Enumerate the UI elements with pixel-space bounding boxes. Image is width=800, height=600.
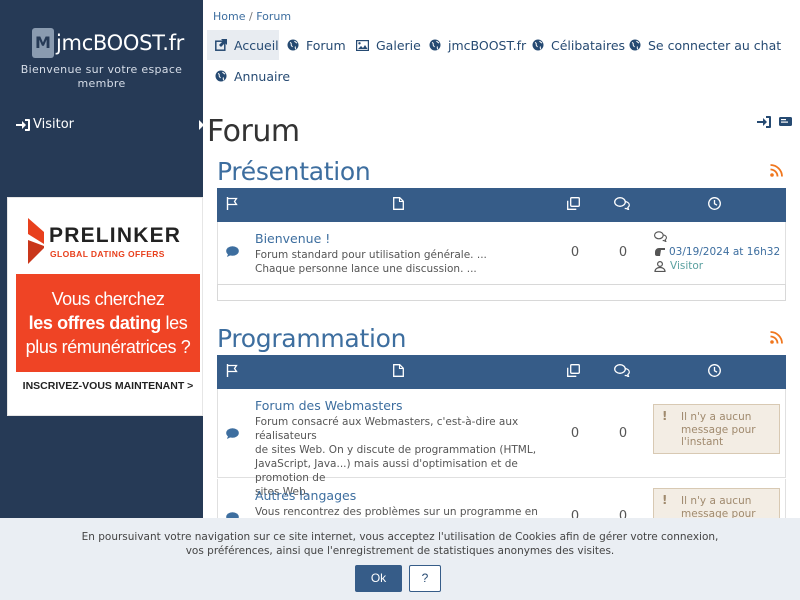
topic-count: 0 [570, 426, 580, 441]
cookie-text: En poursuivant votre navigation sur ce s… [81, 531, 719, 557]
comments-icon [614, 364, 630, 377]
visitor-label: Visitor [33, 117, 74, 132]
logo-mark-icon: M [32, 28, 54, 58]
copy-icon [567, 364, 580, 377]
visitor-menu[interactable]: Visitor [16, 117, 74, 132]
breadcrumb: Home / Forum [213, 10, 292, 23]
no-message-notice: ! Il n'y a aucun message pour l'instant [653, 404, 780, 454]
advertisement-banner[interactable]: PRELINKER GLOBAL DATING OFFERS Vous cher… [7, 197, 203, 416]
forum-name[interactable]: Autres langages [255, 488, 356, 503]
external-link-icon [215, 39, 227, 51]
last-post-date[interactable]: 03/19/2024 at 16h32 [669, 246, 780, 258]
globe-icon [287, 39, 299, 51]
ad-cta[interactable]: INSCRIVEZ-VOUS MAINTENANT > [16, 372, 200, 399]
nav-item-chat[interactable]: Se connecter au chat [621, 30, 781, 60]
forum-table-header [217, 355, 786, 389]
clock-icon [708, 364, 721, 377]
prelinker-logo-icon [28, 218, 44, 264]
image-icon [356, 39, 369, 51]
sign-in-icon [16, 118, 30, 131]
file-icon [393, 364, 404, 377]
hand-pointer-icon [655, 248, 665, 256]
last-post: 03/19/2024 at 16h32 Visitor [653, 231, 780, 273]
site-logo[interactable]: M jmcBOOST.fr [32, 28, 184, 58]
post-count: 0 [618, 426, 628, 441]
breadcrumb-current[interactable]: Forum [256, 10, 291, 23]
comments-icon [653, 231, 667, 243]
ad-brand-sub: GLOBAL DATING OFFERS [50, 249, 165, 259]
nav-item-jmcboost[interactable]: jmcBOOST.fr [421, 30, 526, 60]
section-title-programmation[interactable]: Programmation [217, 324, 406, 353]
cookie-banner: En poursuivant votre navigation sur ce s… [0, 518, 800, 600]
nav-item-galerie[interactable]: Galerie [348, 30, 421, 60]
last-post-user[interactable]: Visitor [670, 260, 703, 272]
forum-name[interactable]: Bienvenue ! [255, 231, 330, 246]
logo-text: jmcBOOST.fr [56, 31, 185, 55]
sidebar: M jmcBOOST.fr Bienvenue sur votre espace… [0, 0, 204, 600]
forum-row-webmasters: Forum des Webmasters Forum consacré aux … [217, 389, 786, 498]
breadcrumb-home[interactable]: Home [213, 10, 245, 23]
flag-icon [226, 197, 238, 210]
cookie-ok-button[interactable]: Ok [355, 565, 402, 592]
warning-icon: ! [662, 493, 668, 507]
forum-description: Forum standard pour utilisation générale… [255, 249, 487, 275]
page-title: Forum [207, 114, 300, 149]
forum-name[interactable]: Forum des Webmasters [255, 398, 403, 413]
sidebar-collapse-arrow-icon[interactable] [199, 120, 204, 130]
comment-icon [226, 428, 239, 439]
nav-item-celibataires[interactable]: Célibataires [524, 30, 625, 60]
nav-item-forum[interactable]: Forum [279, 30, 346, 60]
globe-icon [215, 70, 227, 82]
forum-table-header [217, 188, 786, 222]
forum-row-bienvenue: Bienvenue ! Forum standard pour utilisat… [217, 222, 786, 284]
nav-item-accueil[interactable]: Accueil [207, 30, 279, 60]
clock-icon [708, 197, 721, 210]
comment-icon [226, 246, 239, 257]
cookie-help-button[interactable]: ? [409, 565, 441, 592]
section-title-presentation[interactable]: Présentation [217, 157, 371, 186]
globe-icon [429, 39, 441, 51]
site-tagline: Bienvenue sur votre espace membre [20, 63, 183, 90]
rss-icon[interactable] [770, 331, 783, 344]
rss-icon[interactable] [770, 164, 783, 177]
ad-message: Vous cherchez les offres dating les plus… [16, 274, 200, 372]
copy-icon [567, 197, 580, 210]
file-icon [393, 197, 404, 210]
globe-icon [629, 39, 641, 51]
warning-icon: ! [662, 409, 668, 423]
globe-icon [532, 39, 544, 51]
post-count: 0 [618, 245, 628, 260]
section-footer [217, 284, 786, 301]
ad-brand-name: PRELINKER [49, 224, 182, 247]
nav-item-annuaire[interactable]: Annuaire [207, 61, 290, 91]
user-icon [654, 260, 666, 272]
topic-count: 0 [570, 245, 580, 260]
flag-icon [226, 364, 238, 377]
id-card-icon[interactable] [779, 116, 792, 127]
login-icon[interactable] [757, 116, 771, 128]
comments-icon [614, 197, 630, 210]
